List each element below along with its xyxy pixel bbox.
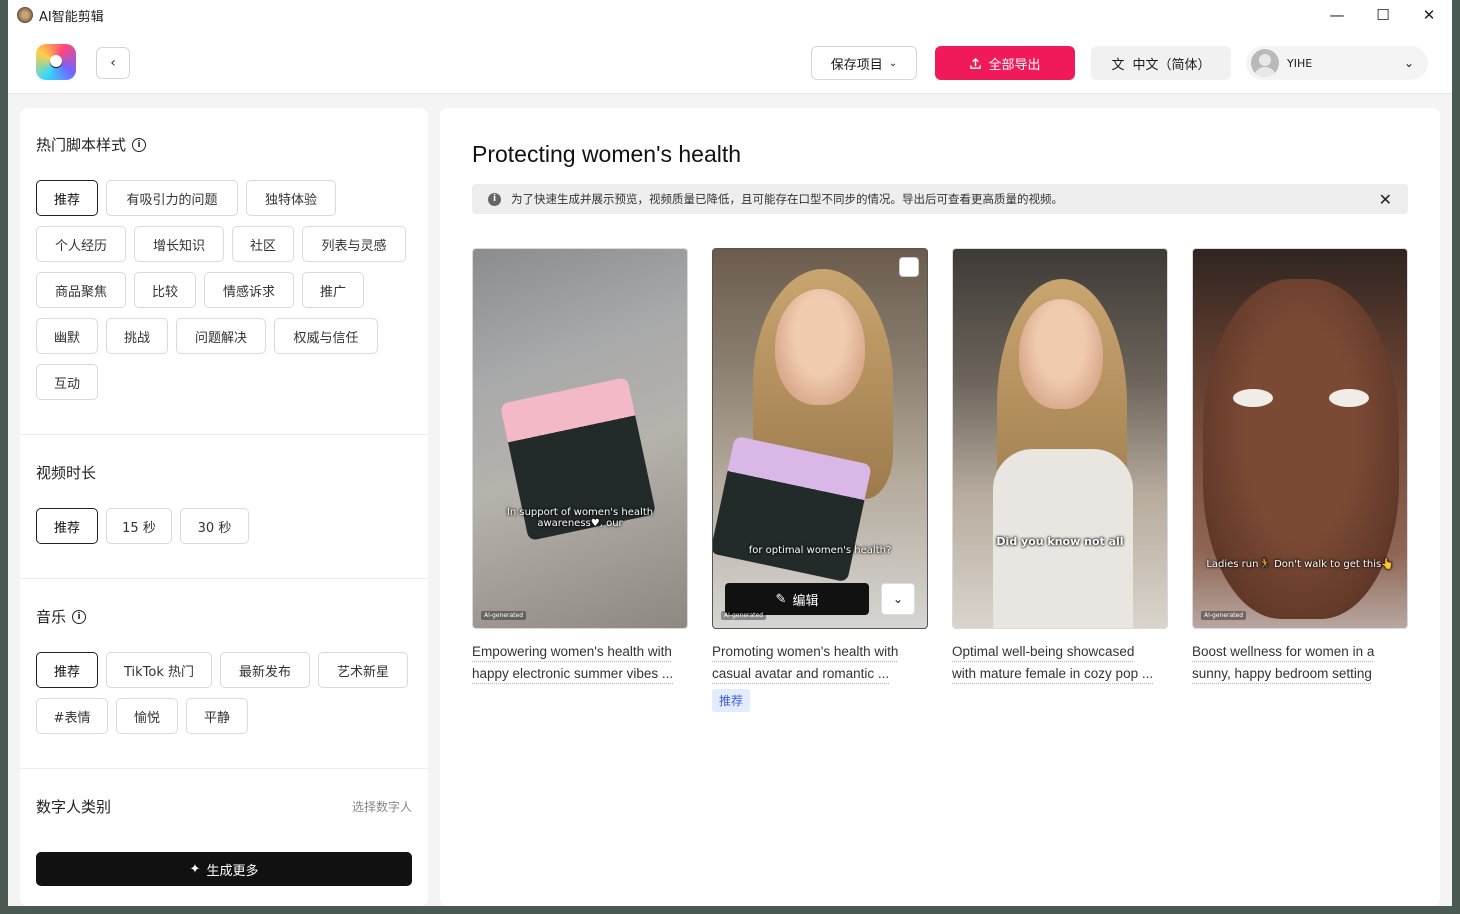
video-caption: Ladies run🏃 Don't walk to get this👆 <box>1206 559 1394 570</box>
save-project-button[interactable]: 保存项目 ⌄ <box>811 46 917 80</box>
sparkle-icon: ✦ <box>189 861 201 877</box>
video-card[interactable]: for optimal women's health? ✎ 编辑 ⌄ AI-ge… <box>712 248 928 712</box>
left-eye <box>1233 389 1273 407</box>
video-card[interactable]: Did you know not all Optimal well-being … <box>952 248 1168 685</box>
user-menu[interactable]: YIHE ⌄ <box>1246 46 1428 80</box>
right-eye <box>1329 389 1369 407</box>
chip-music-emoji[interactable]: #表情 <box>36 698 108 734</box>
save-project-label: 保存项目 <box>830 57 883 73</box>
results-panel: Protecting women's health i 为了快速生成并展示预览，… <box>440 108 1440 906</box>
app-window: AI智能剪辑 — ☐ ✕ ‹ 保存项目 ⌄ 全部导出 文 中文（简体） YIHE… <box>8 0 1452 906</box>
app-icon <box>17 7 33 23</box>
avatar <box>1251 49 1279 77</box>
recommended-badge: 推荐 <box>712 689 751 712</box>
chip-music-latest[interactable]: 最新发布 <box>220 652 310 688</box>
info-icon[interactable]: i <box>72 609 87 624</box>
video-caption: Did you know not all <box>996 535 1124 548</box>
music-title: 音乐 i <box>36 606 87 627</box>
section-divider <box>20 578 428 579</box>
chip-script-problem-solving[interactable]: 问题解决 <box>176 318 266 354</box>
chip-music-joyful[interactable]: 愉悦 <box>116 698 178 734</box>
chip-script-recommended[interactable]: 推荐 <box>36 180 98 216</box>
chip-duration-recommended[interactable]: 推荐 <box>36 508 98 544</box>
chip-script-promotion[interactable]: 推广 <box>302 272 364 308</box>
card-description: Boost wellness for women in a sunny, hap… <box>1192 644 1375 681</box>
presenter-face <box>1019 299 1103 409</box>
video-thumbnail[interactable]: In support of women's health awareness♥,… <box>472 248 688 629</box>
maximize-button[interactable]: ☐ <box>1360 0 1406 30</box>
script-styles-title: 热门脚本样式 i <box>36 134 147 155</box>
ai-generated-tag: AI-generated <box>1201 611 1247 620</box>
generate-more-label: 生成更多 <box>206 863 259 879</box>
quality-notice: i 为了快速生成并展示预览，视频质量已降低，且可能存在口型不同步的情况。导出后可… <box>472 184 1408 214</box>
chip-script-comparison[interactable]: 比较 <box>134 272 196 308</box>
export-all-button[interactable]: 全部导出 <box>935 46 1075 80</box>
chevron-left-icon: ‹ <box>110 55 116 71</box>
video-caption: In support of women's health awareness♥,… <box>506 507 654 529</box>
chip-script-community[interactable]: 社区 <box>232 226 294 262</box>
language-label: 中文（简体） <box>1132 57 1211 73</box>
video-caption: for optimal women's health? <box>748 545 892 556</box>
card-description: Optimal well-being showcased with mature… <box>952 644 1154 681</box>
chip-script-interaction[interactable]: 互动 <box>36 364 98 400</box>
options-sidebar: 热门脚本样式 i 推荐 有吸引力的问题 独特体验 个人经历 增长知识 社区 列表… <box>20 108 428 906</box>
chip-script-list-inspiration[interactable]: 列表与灵感 <box>302 226 406 262</box>
video-card[interactable]: In support of women's health awareness♥,… <box>472 248 688 685</box>
chip-duration-30s[interactable]: 30 秒 <box>180 508 249 544</box>
chip-script-attractive-question[interactable]: 有吸引力的问题 <box>106 180 238 216</box>
video-thumbnail[interactable]: Did you know not all <box>952 248 1168 629</box>
video-thumbnail[interactable]: for optimal women's health? ✎ 编辑 ⌄ AI-ge… <box>712 248 928 629</box>
chip-music-calm[interactable]: 平静 <box>186 698 248 734</box>
presenter-face <box>775 289 865 405</box>
generate-more-button[interactable]: ✦ 生成更多 <box>36 852 412 886</box>
chip-script-authority[interactable]: 权威与信任 <box>274 318 378 354</box>
title-bar: AI智能剪辑 — ☐ ✕ <box>8 0 1452 30</box>
chip-script-emotional[interactable]: 情感诉求 <box>204 272 294 308</box>
ai-generated-tag: AI-generated <box>721 611 767 620</box>
chip-music-recommended[interactable]: 推荐 <box>36 652 98 688</box>
chip-script-knowledge[interactable]: 增长知识 <box>134 226 224 262</box>
user-name: YIHE <box>1287 56 1313 70</box>
chip-music-tiktok-hot[interactable]: TikTok 热门 <box>106 652 212 688</box>
ai-generated-tag: AI-generated <box>481 611 527 620</box>
minimize-button[interactable]: — <box>1314 0 1360 30</box>
chip-script-challenge[interactable]: 挑战 <box>106 318 168 354</box>
avatar-type-title: 数字人类别 <box>36 798 112 816</box>
chip-script-unique-experience[interactable]: 独特体验 <box>246 180 336 216</box>
chip-music-new-artist[interactable]: 艺术新星 <box>318 652 408 688</box>
choose-avatar-link[interactable]: 选择数字人 <box>352 798 412 815</box>
chevron-down-icon: ⌄ <box>892 592 904 606</box>
upload-icon <box>970 57 982 69</box>
page-title: Protecting women's health <box>472 141 742 167</box>
close-icon[interactable]: ✕ <box>1379 190 1392 209</box>
close-window-button[interactable]: ✕ <box>1406 0 1452 30</box>
chip-script-personal[interactable]: 个人经历 <box>36 226 126 262</box>
video-card[interactable]: Ladies run🏃 Don't walk to get this👆 AI-g… <box>1192 248 1408 685</box>
chip-script-humor[interactable]: 幽默 <box>36 318 98 354</box>
translate-icon: 文 <box>1111 57 1125 73</box>
video-thumbnail[interactable]: Ladies run🏃 Don't walk to get this👆 AI-g… <box>1192 248 1408 629</box>
app-logo <box>36 44 76 80</box>
more-options-button[interactable]: ⌄ <box>881 583 915 615</box>
back-button[interactable]: ‹ <box>96 47 130 79</box>
chip-script-product-focus[interactable]: 商品聚焦 <box>36 272 126 308</box>
section-divider <box>20 434 428 435</box>
info-icon: i <box>488 192 501 206</box>
duration-title: 视频时长 <box>36 464 97 482</box>
pencil-icon: ✎ <box>775 591 787 607</box>
chip-duration-15s[interactable]: 15 秒 <box>106 508 172 544</box>
chevron-down-icon: ⌄ <box>1403 56 1414 70</box>
section-divider <box>20 768 428 769</box>
chevron-down-icon: ⌄ <box>888 57 898 69</box>
export-all-label: 全部导出 <box>988 57 1041 73</box>
select-checkbox[interactable] <box>899 257 919 277</box>
card-description: Promoting women's health with casual ava… <box>712 644 899 681</box>
notice-text: 为了快速生成并展示预览，视频质量已降低，且可能存在口型不同步的情况。导出后可查看… <box>511 192 1063 206</box>
info-icon[interactable]: i <box>132 137 147 152</box>
card-description: Empowering women's health with happy ele… <box>472 644 674 681</box>
language-button[interactable]: 文 中文（简体） <box>1091 46 1231 80</box>
app-header: ‹ 保存项目 ⌄ 全部导出 文 中文（简体） YIHE ⌄ <box>8 30 1452 94</box>
window-title: AI智能剪辑 <box>39 9 104 25</box>
